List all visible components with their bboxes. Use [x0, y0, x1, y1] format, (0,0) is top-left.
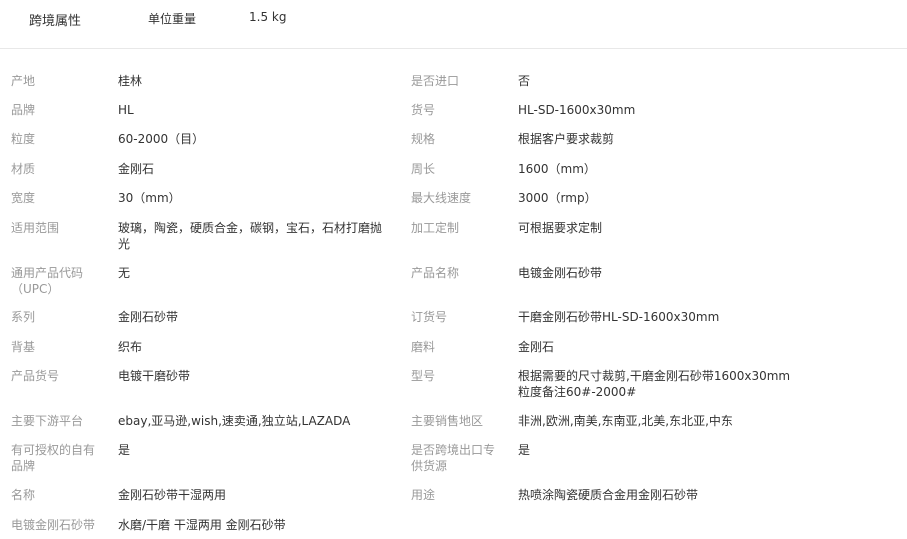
attr-value: 是: [518, 443, 531, 457]
attr-label: 是否进口: [411, 74, 460, 88]
attr-label: 用途: [411, 488, 436, 502]
attr-label: 最大线速度: [411, 191, 472, 205]
attr-label: 货号: [411, 103, 436, 117]
attr-label: 产品货号: [11, 369, 60, 383]
attr-label: 产地: [11, 74, 36, 88]
attr-label: 背基: [11, 340, 36, 354]
attr-label: 订货号: [411, 310, 448, 324]
attr-value: 否: [518, 74, 531, 88]
attr-value: 金刚石砂带: [118, 310, 179, 324]
attr-label: 磨料: [411, 340, 436, 354]
attr-value: 30（mm）: [118, 191, 181, 205]
attr-label: 电镀金刚石砂带: [11, 518, 96, 532]
attr-label: 适用范围: [11, 221, 60, 235]
attr-value: ebay,亚马逊,wish,速卖通,独立站,LAZADA: [118, 414, 351, 428]
attr-value: 根据需要的尺寸裁剪,干磨金刚石砂带1600x30mm 粒度备注60#-2000#: [518, 369, 791, 399]
attr-label: 周长: [411, 162, 436, 176]
attr-value: 可根据要求定制: [518, 221, 603, 235]
attr-label: 材质: [11, 162, 36, 176]
attr-value: 玻璃，陶瓷，硬质合金，碳钢，宝石，石材打磨抛光: [118, 221, 383, 251]
attr-value: 无: [118, 266, 131, 280]
attr-value: 金刚石: [518, 340, 555, 354]
attr-value: 桂林: [118, 74, 143, 88]
attr-value: 电镀金刚石砂带: [518, 266, 603, 280]
attr-label: 主要销售地区: [411, 414, 484, 428]
attr-value: 3000（rmp）: [518, 191, 597, 205]
attr-value: 1600（mm）: [518, 162, 596, 176]
attr-value: 根据客户要求裁剪: [518, 132, 615, 146]
attr-value: 60-2000（目）: [118, 132, 205, 146]
attr-value: 金刚石: [118, 162, 155, 176]
attr-label: 名称: [11, 488, 36, 502]
attr-value: 干磨金刚石砂带HL-SD-1600x30mm: [518, 310, 720, 324]
attr-label: 品牌: [11, 103, 36, 117]
attr-label: 通用产品代码（UPC）: [11, 266, 84, 296]
attr-label: 规格: [411, 132, 436, 146]
attr-value: 是: [118, 443, 131, 457]
attr-label: 系列: [11, 310, 36, 324]
attr-value: 电镀干磨砂带: [118, 369, 191, 383]
attr-label: 是否跨境出口专供货源: [411, 443, 496, 473]
attr-value: HL-SD-1600x30mm: [518, 103, 636, 117]
attr-value: 金刚石砂带干湿两用: [118, 488, 227, 502]
attr-label: 粒度: [11, 132, 36, 146]
attr-value: 非洲,欧洲,南美,东南亚,北美,东北亚,中东: [518, 414, 733, 428]
attr-value: 水磨/干磨 干湿两用 金刚石砂带: [118, 518, 286, 532]
attr-label: 型号: [411, 369, 436, 383]
attr-label: 有可授权的自有品牌: [11, 443, 96, 473]
attr-label: 产品名称: [411, 266, 460, 280]
attr-label: 宽度: [11, 191, 36, 205]
attr-value: 热喷涂陶瓷硬质合金用金刚石砂带: [518, 488, 699, 502]
attr-label: 主要下游平台: [11, 414, 84, 428]
attr-value: 织布: [118, 340, 143, 354]
attr-value: HL: [118, 103, 134, 117]
attr-label: 加工定制: [411, 221, 460, 235]
product-attributes-table: 产地 桂林 是否进口 否 品牌 HL 货号 HL-SD-1600x30mm 粒度…: [0, 0, 907, 539]
